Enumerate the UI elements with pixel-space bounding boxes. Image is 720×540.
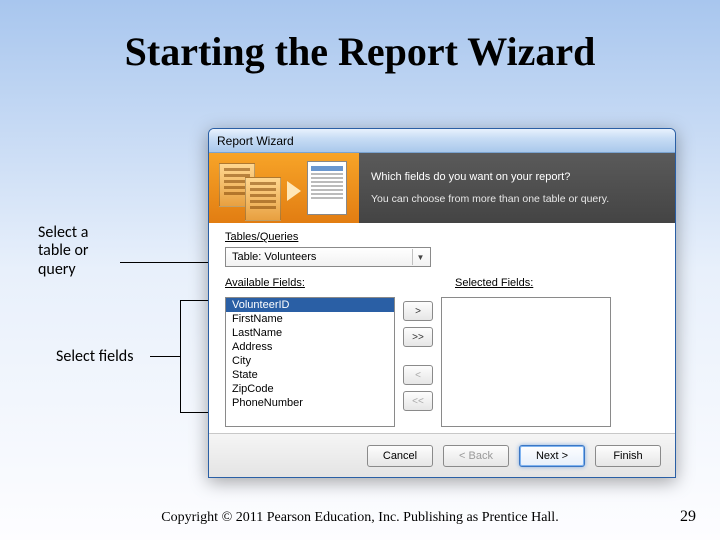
selected-fields-label: Selected Fields: (455, 277, 533, 289)
list-item[interactable]: State (226, 368, 394, 382)
available-fields-list[interactable]: VolunteerIDFirstNameLastNameAddressCityS… (225, 297, 395, 427)
arrow-right-icon (287, 181, 301, 201)
chevron-down-icon[interactable]: ▼ (412, 249, 428, 265)
wizard-prompt-2: You can choose from more than one table … (371, 193, 663, 205)
page-number: 29 (680, 508, 696, 526)
wizard-prompt-1: Which fields do you want on your report? (371, 171, 663, 183)
next-button[interactable]: Next > (519, 445, 585, 467)
available-fields-label: Available Fields: (225, 277, 395, 289)
slide-title: Starting the Report Wizard (0, 0, 720, 75)
add-field-button[interactable]: > (403, 301, 433, 321)
wizard-banner-text: Which fields do you want on your report?… (359, 153, 675, 223)
tables-queries-label: Tables/Queries (225, 231, 659, 243)
field-move-buttons: > >> < << (403, 297, 433, 411)
report-wizard-window: Report Wizard Which fields do you want o… (208, 128, 676, 478)
cancel-button[interactable]: Cancel (367, 445, 433, 467)
callout-line (180, 300, 181, 412)
callout-select-fields: Select fields (56, 348, 176, 366)
titlebar: Report Wizard (209, 129, 675, 153)
art-report-icon (307, 161, 347, 215)
slide: Starting the Report Wizard Select a tabl… (0, 0, 720, 540)
art-sheet-icon (245, 177, 281, 221)
list-item[interactable]: ZipCode (226, 382, 394, 396)
remove-field-button[interactable]: < (403, 365, 433, 385)
wizard-banner-art (209, 153, 359, 223)
wizard-body: Tables/Queries Table: Volunteers ▼ Avail… (209, 223, 675, 427)
callout-select-table: Select a table or query (38, 224, 118, 279)
list-item[interactable]: LastName (226, 326, 394, 340)
copyright-text: Copyright © 2011 Pearson Education, Inc.… (0, 510, 720, 526)
list-item[interactable]: VolunteerID (226, 298, 394, 312)
add-all-fields-button[interactable]: >> (403, 327, 433, 347)
wizard-banner: Which fields do you want on your report?… (209, 153, 675, 223)
list-item[interactable]: PhoneNumber (226, 396, 394, 410)
finish-button[interactable]: Finish (595, 445, 661, 467)
combo-value: Table: Volunteers (232, 251, 316, 263)
callout-line (150, 356, 180, 357)
remove-all-fields-button[interactable]: << (403, 391, 433, 411)
list-item[interactable]: FirstName (226, 312, 394, 326)
wizard-footer: Cancel < Back Next > Finish (209, 433, 675, 477)
selected-fields-list[interactable] (441, 297, 611, 427)
list-item[interactable]: City (226, 354, 394, 368)
window-title: Report Wizard (217, 134, 294, 148)
list-item[interactable]: Address (226, 340, 394, 354)
back-button[interactable]: < Back (443, 445, 509, 467)
tables-queries-combo[interactable]: Table: Volunteers ▼ (225, 247, 431, 267)
